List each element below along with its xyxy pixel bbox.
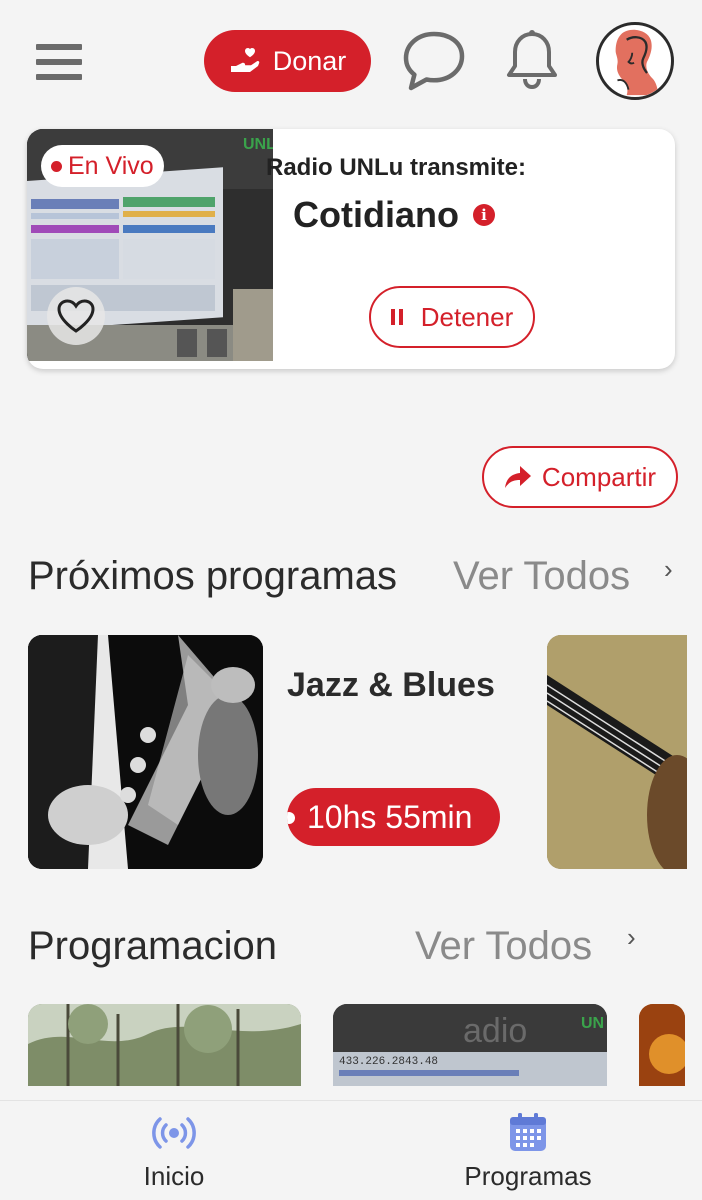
hand-heart-icon [230,48,259,72]
program-image[interactable] [28,635,263,869]
nav-item-programas[interactable]: Programas [428,1101,628,1200]
calendar-icon [510,1113,546,1151]
radio-broadcast-icon [152,1117,196,1149]
time-dot-icon [287,812,295,824]
heart-icon[interactable] [47,287,105,345]
user-avatar[interactable] [596,22,674,100]
live-program-thumbnail: UNL En Vivo [27,129,273,361]
time-remaining-badge: 10hs 55min [287,788,500,846]
bottom-navigation: Inicio Programas [0,1100,702,1200]
svg-text:adio: adio [463,1012,527,1050]
schedule-program-card[interactable] [28,1004,301,1086]
program-image[interactable] [547,635,687,869]
live-badge-label: En Vivo [68,151,154,180]
bell-icon[interactable] [502,28,562,92]
live-badge: En Vivo [41,145,164,187]
share-label: Compartir [541,461,657,492]
info-icon[interactable]: i [472,204,495,226]
share-arrow-icon [504,466,531,488]
donate-button[interactable]: Donar [204,30,371,92]
chevron-right-icon[interactable]: › [664,554,673,585]
nav-item-inicio[interactable]: Inicio [74,1101,274,1200]
live-program-name: Cotidiano [293,194,459,235]
nav-label-programas: Programas [464,1161,592,1191]
share-button[interactable]: Compartir [482,446,678,508]
donate-label: Donar [272,45,347,76]
svg-text:UNL: UNL [243,136,273,153]
live-dot-icon [51,160,62,172]
upcoming-section-title: Próximos programas [28,554,398,598]
schedule-program-card[interactable] [639,1004,685,1086]
nav-label-inicio: Inicio [143,1161,205,1191]
live-program-title: Cotidiano i [293,194,495,236]
schedule-see-all-link[interactable]: Ver Todos [415,924,592,969]
svg-text:UN: UN [581,1015,604,1032]
pause-icon [390,309,403,325]
time-remaining: 10hs 55min [307,798,473,835]
schedule-program-card[interactable]: adio UN 433.226.2843.48 [333,1004,607,1086]
hamburger-menu-icon[interactable] [36,44,82,80]
upcoming-see-all-link[interactable]: Ver Todos [453,554,630,599]
chat-bubble-icon[interactable] [402,30,466,92]
upcoming-program-title: Jazz & Blues [287,666,495,704]
stop-label: Detener [420,301,514,332]
schedule-section-title: Programacion [28,924,278,968]
chevron-right-icon[interactable]: › [627,922,636,953]
stop-button[interactable]: Detener [369,286,535,348]
live-transmits-label: Radio UNLu transmite: [266,154,527,181]
app-header: Donar [0,0,702,120]
svg-text:433.226.2843.48: 433.226.2843.48 [339,1056,438,1068]
